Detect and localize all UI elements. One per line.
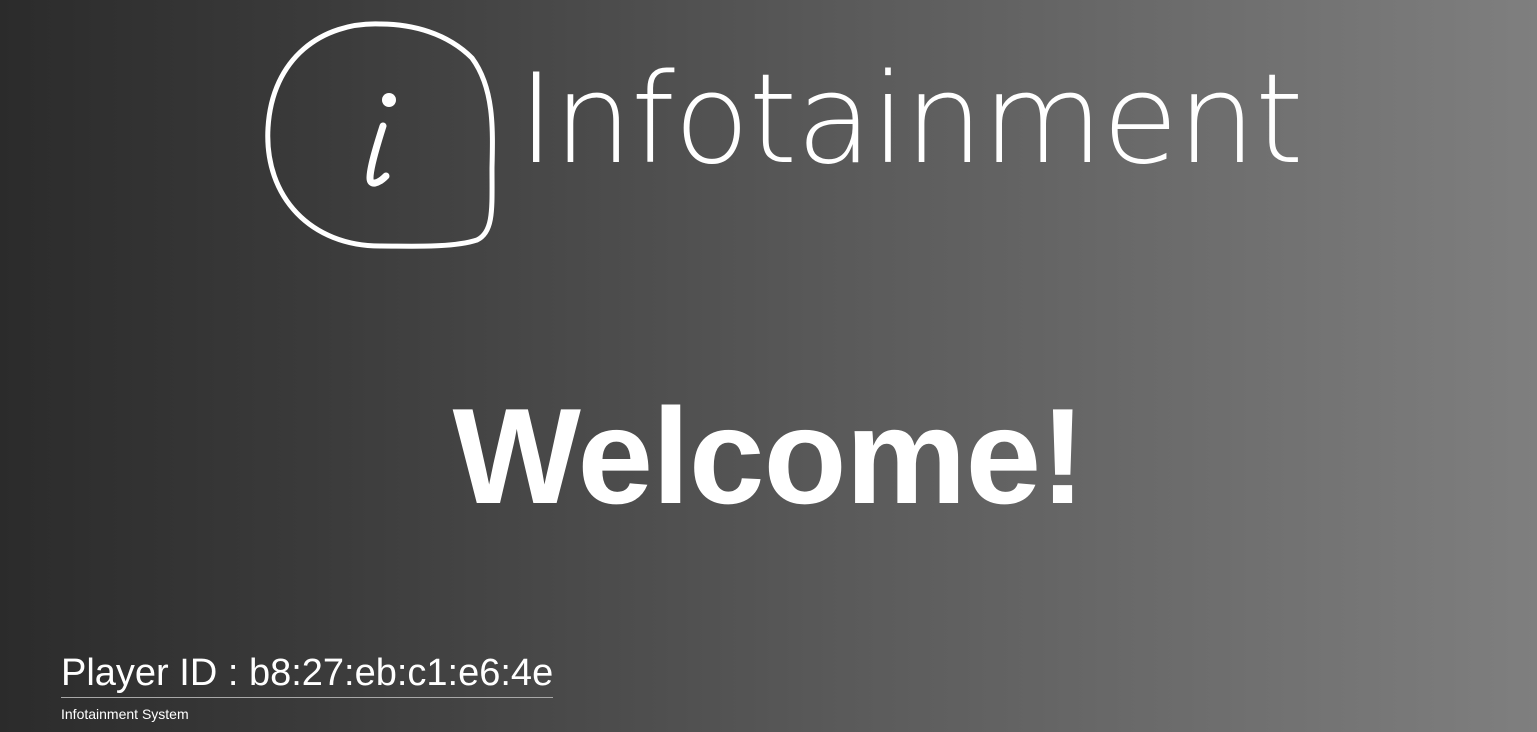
system-name: Infotainment System [61, 705, 189, 722]
brand-wordmark: Infotainment [518, 48, 1304, 192]
brand-logo: Infotainment [262, 18, 1304, 254]
welcome-heading: Welcome! [452, 380, 1086, 532]
info-i-icon [262, 18, 498, 254]
player-id-label: Player ID : b8:27:eb:c1:e6:4e [61, 652, 554, 698]
footer: Player ID : b8:27:eb:c1:e6:4e Infotainme… [61, 652, 554, 722]
